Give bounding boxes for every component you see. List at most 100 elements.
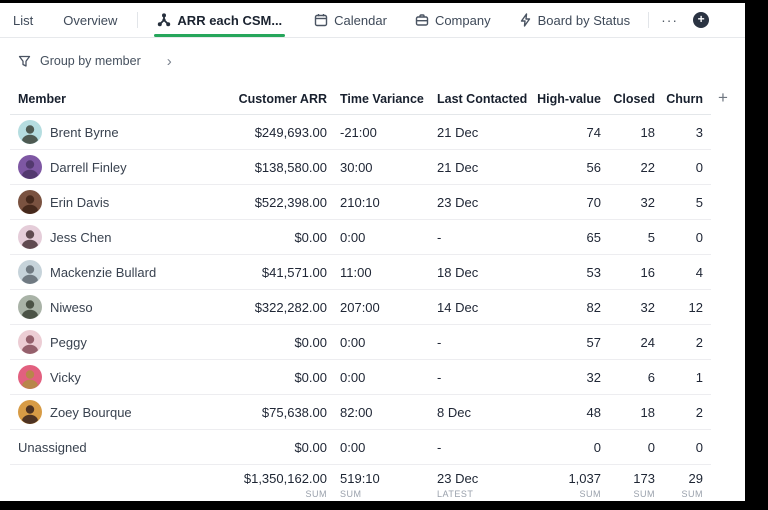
column-header-high-value[interactable]: High-value bbox=[514, 92, 601, 106]
closed-cell[interactable]: 18 bbox=[601, 125, 655, 140]
time-variance-cell[interactable]: 0:00 bbox=[327, 370, 424, 385]
footer-churn[interactable]: 29 SUM bbox=[655, 471, 704, 499]
high-value-cell[interactable]: 57 bbox=[514, 335, 601, 350]
churn-cell[interactable]: 1 bbox=[655, 370, 703, 385]
time-variance-cell[interactable]: 0:00 bbox=[327, 440, 424, 455]
customer-arr-cell[interactable]: $0.00 bbox=[227, 230, 327, 245]
tab-arr-each-csm[interactable]: ARR each CSM... bbox=[154, 3, 285, 37]
high-value-cell[interactable]: 32 bbox=[514, 370, 601, 385]
column-header-customer-arr[interactable]: Customer ARR bbox=[227, 92, 327, 106]
last-contacted-cell[interactable]: - bbox=[424, 230, 514, 245]
closed-cell[interactable]: 16 bbox=[601, 265, 655, 280]
column-header-time-variance[interactable]: Time Variance bbox=[327, 92, 424, 106]
group-by-control[interactable]: Group by member bbox=[40, 54, 141, 68]
footer-customer-arr[interactable]: $1,350,162.00 SUM bbox=[227, 471, 327, 499]
high-value-cell[interactable]: 82 bbox=[514, 300, 601, 315]
time-variance-cell[interactable]: 207:00 bbox=[327, 300, 424, 315]
table-row[interactable]: Brent Byrne $249,693.00 -21:00 21 Dec 74… bbox=[10, 115, 711, 150]
last-contacted-cell[interactable]: - bbox=[424, 370, 514, 385]
time-variance-cell[interactable]: 0:00 bbox=[327, 335, 424, 350]
churn-cell[interactable]: 0 bbox=[655, 440, 703, 455]
high-value-cell[interactable]: 74 bbox=[514, 125, 601, 140]
table-row[interactable]: Unassigned $0.00 0:00 - 0 0 0 bbox=[10, 430, 711, 465]
high-value-cell[interactable]: 56 bbox=[514, 160, 601, 175]
time-variance-cell[interactable]: 210:10 bbox=[327, 195, 424, 210]
churn-cell[interactable]: 0 bbox=[655, 160, 703, 175]
table-row[interactable]: Zoey Bourque $75,638.00 82:00 8 Dec 48 1… bbox=[10, 395, 711, 430]
churn-cell[interactable]: 3 bbox=[655, 125, 703, 140]
customer-arr-cell[interactable]: $138,580.00 bbox=[227, 160, 327, 175]
member-cell[interactable]: Vicky bbox=[18, 365, 227, 389]
customer-arr-cell[interactable]: $0.00 bbox=[227, 335, 327, 350]
last-contacted-cell[interactable]: 21 Dec bbox=[424, 160, 514, 175]
footer-closed[interactable]: 173 SUM bbox=[601, 471, 655, 499]
last-contacted-cell[interactable]: - bbox=[424, 440, 514, 455]
table-row[interactable]: Mackenzie Bullard $41,571.00 11:00 18 De… bbox=[10, 255, 711, 290]
table-row[interactable]: Darrell Finley $138,580.00 30:00 21 Dec … bbox=[10, 150, 711, 185]
column-header-member[interactable]: Member bbox=[18, 92, 227, 106]
tab-list[interactable]: List bbox=[13, 3, 33, 37]
table-row[interactable]: Jess Chen $0.00 0:00 - 65 5 0 bbox=[10, 220, 711, 255]
high-value-cell[interactable]: 70 bbox=[514, 195, 601, 210]
customer-arr-cell[interactable]: $41,571.00 bbox=[227, 265, 327, 280]
customer-arr-cell[interactable]: $75,638.00 bbox=[227, 405, 327, 420]
tab-calendar[interactable]: Calendar bbox=[314, 3, 387, 37]
table-row[interactable]: Vicky $0.00 0:00 - 32 6 1 bbox=[10, 360, 711, 395]
high-value-cell[interactable]: 0 bbox=[514, 440, 601, 455]
tab-board-by-status[interactable]: Board by Status bbox=[519, 3, 630, 37]
closed-cell[interactable]: 22 bbox=[601, 160, 655, 175]
member-cell[interactable]: Erin Davis bbox=[18, 190, 227, 214]
add-view-button[interactable]: + bbox=[693, 12, 710, 28]
churn-cell[interactable]: 12 bbox=[655, 300, 703, 315]
churn-cell[interactable]: 0 bbox=[655, 230, 703, 245]
table-row[interactable]: Niweso $322,282.00 207:00 14 Dec 82 32 1… bbox=[10, 290, 711, 325]
customer-arr-cell[interactable]: $322,282.00 bbox=[227, 300, 327, 315]
last-contacted-cell[interactable]: 8 Dec bbox=[424, 405, 514, 420]
member-cell[interactable]: Unassigned bbox=[18, 440, 227, 455]
chevron-right-icon[interactable]: › bbox=[167, 54, 172, 69]
high-value-cell[interactable]: 48 bbox=[514, 405, 601, 420]
customer-arr-cell[interactable]: $249,693.00 bbox=[227, 125, 327, 140]
tab-company[interactable]: Company bbox=[415, 3, 491, 37]
churn-cell[interactable]: 5 bbox=[655, 195, 703, 210]
closed-cell[interactable]: 18 bbox=[601, 405, 655, 420]
column-header-churn[interactable]: Churn bbox=[655, 92, 703, 106]
churn-cell[interactable]: 4 bbox=[655, 265, 703, 280]
more-views-icon[interactable]: ··· bbox=[661, 13, 678, 27]
member-cell[interactable]: Peggy bbox=[18, 330, 227, 354]
time-variance-cell[interactable]: -21:00 bbox=[327, 125, 424, 140]
table-row[interactable]: Peggy $0.00 0:00 - 57 24 2 bbox=[10, 325, 711, 360]
add-column-button[interactable]: + bbox=[718, 88, 728, 108]
member-cell[interactable]: Mackenzie Bullard bbox=[18, 260, 227, 284]
closed-cell[interactable]: 6 bbox=[601, 370, 655, 385]
closed-cell[interactable]: 32 bbox=[601, 300, 655, 315]
column-header-closed[interactable]: Closed bbox=[601, 92, 655, 106]
last-contacted-cell[interactable]: 18 Dec bbox=[424, 265, 514, 280]
last-contacted-cell[interactable]: 21 Dec bbox=[424, 125, 514, 140]
time-variance-cell[interactable]: 11:00 bbox=[327, 265, 424, 280]
customer-arr-cell[interactable]: $0.00 bbox=[227, 440, 327, 455]
member-cell[interactable]: Brent Byrne bbox=[18, 120, 227, 144]
time-variance-cell[interactable]: 30:00 bbox=[327, 160, 424, 175]
high-value-cell[interactable]: 53 bbox=[514, 265, 601, 280]
member-cell[interactable]: Jess Chen bbox=[18, 225, 227, 249]
footer-high-value[interactable]: 1,037 SUM bbox=[514, 471, 601, 499]
member-cell[interactable]: Zoey Bourque bbox=[18, 400, 227, 424]
footer-last-contacted[interactable]: 23 Dec LATEST bbox=[424, 471, 514, 499]
footer-time-variance[interactable]: 519:10 SUM bbox=[327, 471, 424, 499]
member-cell[interactable]: Niweso bbox=[18, 295, 227, 319]
customer-arr-cell[interactable]: $0.00 bbox=[227, 370, 327, 385]
churn-cell[interactable]: 2 bbox=[655, 405, 703, 420]
high-value-cell[interactable]: 65 bbox=[514, 230, 601, 245]
last-contacted-cell[interactable]: 23 Dec bbox=[424, 195, 514, 210]
closed-cell[interactable]: 32 bbox=[601, 195, 655, 210]
time-variance-cell[interactable]: 82:00 bbox=[327, 405, 424, 420]
time-variance-cell[interactable]: 0:00 bbox=[327, 230, 424, 245]
closed-cell[interactable]: 0 bbox=[601, 440, 655, 455]
closed-cell[interactable]: 24 bbox=[601, 335, 655, 350]
closed-cell[interactable]: 5 bbox=[601, 230, 655, 245]
table-row[interactable]: Erin Davis $522,398.00 210:10 23 Dec 70 … bbox=[10, 185, 711, 220]
tab-overview[interactable]: Overview bbox=[63, 3, 117, 37]
last-contacted-cell[interactable]: - bbox=[424, 335, 514, 350]
column-header-last-contacted[interactable]: Last Contacted bbox=[424, 92, 527, 106]
